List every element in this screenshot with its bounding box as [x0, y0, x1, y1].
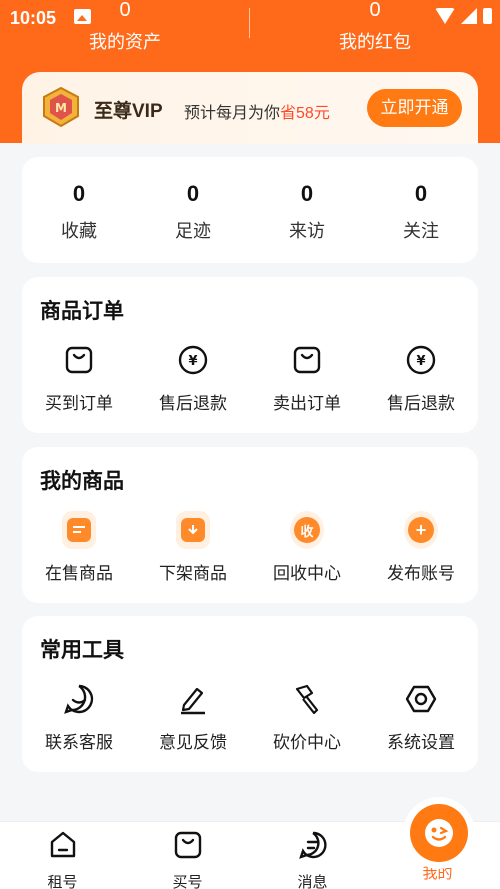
stat-label: 来访 [289, 221, 325, 241]
assets-label: 我的资产 [89, 32, 161, 52]
stats-card: 0 收藏 0 足迹 0 来访 0 关注 [22, 157, 478, 263]
vip-desc-prefix: 预计每月为你 [184, 105, 281, 122]
yuan-icon: ¥ [178, 345, 208, 375]
stat-value: 0 [414, 181, 428, 206]
contact-service-item[interactable]: 联系客服 [22, 682, 136, 753]
stat-value: 0 [72, 181, 86, 206]
home-icon [50, 831, 75, 858]
stat-label: 足迹 [175, 221, 211, 241]
item-label: 系统设置 [387, 733, 455, 752]
stat-value: 0 [300, 181, 314, 206]
svg-text:¥: ¥ [416, 354, 425, 369]
item-label: 意见反馈 [159, 733, 227, 752]
item-label: 卖出订单 [273, 394, 341, 413]
vip-title: 至尊VIP [94, 101, 163, 122]
goods-title: 我的商品 [40, 470, 124, 493]
pen-icon [181, 687, 205, 715]
hex-gear-icon [405, 685, 437, 713]
item-label: 售后退款 [387, 394, 455, 413]
stat-following[interactable]: 0 关注 [364, 181, 478, 243]
item-label: 买到订单 [45, 394, 113, 413]
orders-title: 商品订单 [40, 300, 124, 323]
assets-value: 0 [119, 0, 131, 21]
vip-crown-badge-icon: M [43, 86, 79, 128]
system-settings-item[interactable]: 系统设置 [364, 682, 478, 753]
tools-title: 常用工具 [40, 639, 124, 662]
item-label: 砍价中心 [273, 733, 341, 752]
bag-icon [293, 346, 321, 374]
tab-buy[interactable]: 买号 [125, 830, 250, 889]
recycle-center-item[interactable]: 收 回收中心 [250, 511, 364, 584]
stat-label: 关注 [403, 221, 439, 241]
tools-card: 常用工具 联系客服 意见反馈 砍价中心 系统设置 [22, 616, 478, 772]
publish-account-item[interactable]: + 发布账号 [364, 511, 478, 584]
my-goods-card: 我的商品 在售商品 下架商品 收 回收中心 + 发布账号 [22, 447, 478, 603]
tab-messages[interactable]: 消息 [250, 830, 375, 889]
svg-text:¥: ¥ [188, 354, 197, 369]
bag-icon [174, 831, 201, 859]
recycle-icon: 收 [290, 511, 324, 549]
item-label: 发布账号 [387, 564, 455, 583]
vip-description: 预计每月为你省58元 [184, 99, 330, 123]
item-label: 售后退款 [159, 394, 227, 413]
stat-visitors[interactable]: 0 来访 [250, 181, 364, 243]
after-sales-refund-item-2[interactable]: ¥ 售后退款 [364, 343, 478, 414]
tab-label: 消息 [297, 874, 328, 889]
item-label: 回收中心 [273, 564, 341, 583]
stat-label: 收藏 [61, 221, 97, 241]
my-assets[interactable]: 0 我的资产 [0, 0, 250, 54]
item-label: 下架商品 [159, 564, 227, 583]
item-label: 在售商品 [45, 564, 113, 583]
tab-label: 租号 [47, 874, 78, 889]
add-icon: + [404, 511, 438, 549]
on-sale-icon [62, 511, 96, 549]
vip-desc-highlight: 省58元 [280, 105, 330, 122]
sold-orders-item[interactable]: 卖出订单 [250, 343, 364, 414]
item-label: 联系客服 [45, 733, 113, 752]
on-sale-item[interactable]: 在售商品 [22, 511, 136, 584]
message-icon [298, 831, 327, 859]
open-vip-button[interactable]: 立即开通 [367, 89, 462, 127]
after-sales-refund-item[interactable]: ¥ 售后退款 [136, 343, 250, 414]
tab-rent[interactable]: 租号 [0, 830, 125, 889]
tab-mine-button[interactable] [410, 804, 468, 862]
bought-orders-item[interactable]: 买到订单 [22, 343, 136, 414]
bag-icon [65, 346, 93, 374]
orders-card: 商品订单 买到订单 ¥ 售后退款 卖出订单 ¥ 售后退款 [22, 277, 478, 433]
red-packets-label: 我的红包 [339, 32, 411, 52]
axe-icon [295, 684, 319, 715]
yuan-icon: ¥ [406, 345, 436, 375]
stat-value: 0 [186, 181, 200, 206]
wink-face-icon [425, 819, 453, 847]
chat-smile-icon [64, 684, 94, 714]
my-red-packets[interactable]: 0 我的红包 [250, 0, 500, 54]
vip-banner: M 至尊VIP 预计每月为你省58元 立即开通 [22, 72, 478, 144]
svg-text:M: M [55, 101, 67, 115]
stat-footprints[interactable]: 0 足迹 [136, 181, 250, 243]
feedback-item[interactable]: 意见反馈 [136, 682, 250, 753]
tab-label: 买号 [172, 874, 203, 889]
red-packets-value: 0 [369, 0, 381, 21]
off-shelf-icon [176, 511, 210, 549]
bargain-center-item[interactable]: 砍价中心 [250, 682, 364, 753]
stat-favorites[interactable]: 0 收藏 [22, 181, 136, 243]
off-shelf-item[interactable]: 下架商品 [136, 511, 250, 584]
